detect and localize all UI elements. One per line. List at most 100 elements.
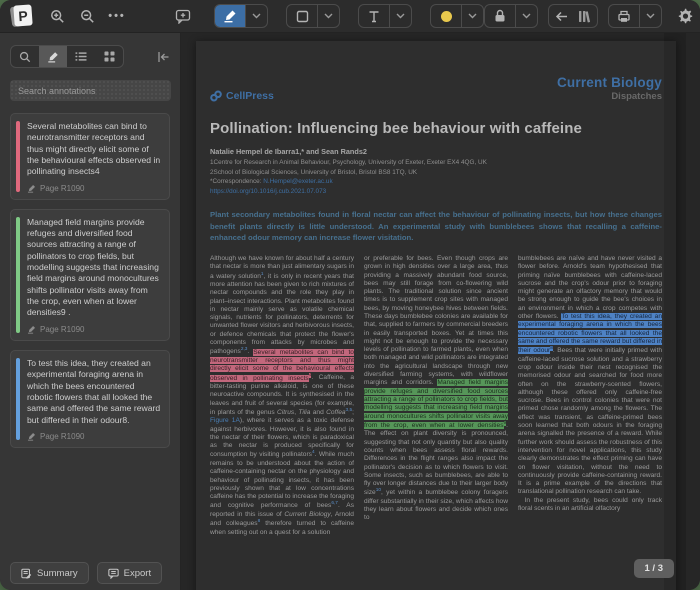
tab-search[interactable]: [11, 46, 39, 67]
area-highlight-tool-button[interactable]: [287, 5, 317, 27]
annotation-color-bar: [16, 217, 20, 333]
search-icon: [19, 51, 31, 63]
affiliation-1: 1Centre for Research in Animal Behaviour…: [210, 158, 662, 168]
chevron-down-icon: [646, 13, 655, 19]
zoom-in-button[interactable]: [44, 5, 70, 27]
annotation-color-bar: [16, 121, 20, 192]
toolbar: P •••: [0, 0, 700, 33]
chevron-down-icon: [522, 13, 531, 19]
pdf-page: CellPress Current Biology Dispatches Pol…: [196, 41, 676, 590]
annotation-list: Several metabolites can bind to neurotra…: [0, 105, 180, 556]
export-button[interactable]: Export: [97, 562, 162, 584]
highlighter-tool-button[interactable]: [215, 5, 245, 27]
sidebar-tab-bar: [10, 45, 124, 68]
highlight-color-swatch: [441, 11, 452, 22]
app-window: P •••: [0, 0, 700, 590]
annotation-page-row: Page R1090: [27, 325, 161, 334]
annotations-sidebar: Several metabolites can bind to neurotra…: [0, 33, 181, 590]
text-icon: [368, 10, 380, 23]
zoom-out-icon: [80, 9, 95, 24]
toolbar-right-group: [484, 4, 698, 28]
add-comment-button[interactable]: [170, 5, 196, 27]
grid-icon: [104, 51, 115, 62]
pdf-scrollbar[interactable]: [664, 33, 686, 590]
color-picker-dropdown[interactable]: [461, 5, 483, 27]
library-books-icon: [578, 10, 592, 23]
zoom-in-icon: [50, 9, 65, 24]
collapse-left-icon: [157, 51, 170, 63]
summary-button-label: Summary: [37, 568, 78, 579]
annotation-text: Managed field margins provide refuges an…: [27, 217, 161, 319]
lock-button[interactable]: [485, 5, 515, 27]
lock-tool-group: [484, 4, 538, 28]
print-dropdown[interactable]: [639, 5, 661, 27]
annotation-card[interactable]: To test this idea, they created an exper…: [10, 350, 170, 448]
print-tool-group: [608, 4, 662, 28]
library-button[interactable]: [573, 5, 597, 27]
pen-icon: [27, 432, 36, 441]
page-indicator: 1 / 3: [634, 559, 675, 578]
doi-link[interactable]: https://doi.org/10.1016/j.cub.2021.07.07…: [210, 187, 662, 197]
text-tool-button[interactable]: [359, 5, 389, 27]
content-area: Several metabolites can bind to neurotra…: [0, 33, 700, 590]
summary-button[interactable]: Summary: [10, 562, 89, 584]
annotation-text: To test this idea, they created an exper…: [27, 358, 161, 426]
annotation-card[interactable]: Managed field margins provide refuges an…: [10, 209, 170, 341]
article-title: Pollination: Influencing bee behaviour w…: [210, 120, 662, 137]
chevron-down-icon: [252, 13, 261, 19]
collapse-sidebar-button[interactable]: [157, 51, 170, 63]
comment-plus-icon: [175, 9, 191, 24]
lock-dropdown[interactable]: [515, 5, 537, 27]
zoom-out-button[interactable]: [74, 5, 100, 27]
settings-button[interactable]: [672, 5, 698, 27]
print-button[interactable]: [609, 5, 639, 27]
highlighter-tool-dropdown[interactable]: [245, 5, 267, 27]
arrow-left-icon: [555, 11, 568, 22]
chevron-down-icon: [396, 13, 405, 19]
correspondence-line: *Correspondence: N.Hempel@exeter.ac.uk: [210, 177, 662, 187]
annotation-card[interactable]: Several metabolites can bind to neurotra…: [10, 113, 170, 200]
square-icon: [296, 10, 309, 23]
journal-header: CellPress Current Biology Dispatches: [210, 75, 662, 102]
journal-section: Dispatches: [557, 91, 662, 102]
text-tool-group: [358, 4, 412, 28]
annotation-page-label: Page R1090: [40, 325, 84, 334]
sidebar-tabs: [10, 45, 170, 68]
pdf-viewer[interactable]: CellPress Current Biology Dispatches Pol…: [181, 33, 700, 590]
text-tool-dropdown[interactable]: [389, 5, 411, 27]
toolbar-annotation-group: [130, 4, 484, 28]
back-to-library-group: [548, 4, 598, 28]
abstract-text: Plant secondary metabolites found in flo…: [210, 209, 662, 242]
annotation-page-label: Page R1090: [40, 432, 84, 441]
tab-thumbnails[interactable]: [95, 46, 123, 67]
annotation-text: Several metabolites can bind to neurotra…: [27, 121, 161, 178]
printer-icon: [617, 10, 631, 23]
cellpress-logo-icon: [210, 90, 222, 102]
journal-title-block: Current Biology Dispatches: [557, 75, 662, 102]
more-options-button[interactable]: •••: [104, 5, 130, 27]
correspondence-email-link[interactable]: N.Hempel@exeter.ac.uk: [263, 178, 332, 185]
tab-annotations[interactable]: [39, 46, 67, 67]
annotation-page-row: Page R1090: [27, 184, 161, 193]
tab-outline[interactable]: [67, 46, 95, 67]
authors-line: Natalie Hempel de Ibarra1,* and Sean Ran…: [210, 147, 662, 156]
annotation-page-label: Page R1090: [40, 184, 84, 193]
summary-icon: [21, 568, 32, 579]
article-column-3: bumblebees are naïve and have never visi…: [518, 255, 662, 590]
journal-name: Current Biology: [557, 75, 662, 90]
gear-icon: [677, 8, 693, 24]
export-button-label: Export: [124, 568, 151, 579]
list-icon: [75, 51, 87, 62]
logo-p-icon: P: [13, 4, 32, 26]
back-button[interactable]: [549, 5, 573, 27]
toolbar-left-group: P •••: [10, 4, 130, 28]
app-logo[interactable]: P: [10, 4, 34, 28]
article-column-2: or preferable for bees. Even though crop…: [364, 255, 508, 590]
color-swatch-button[interactable]: [431, 5, 461, 27]
area-highlight-tool-dropdown[interactable]: [317, 5, 339, 27]
affiliation-2: 2School of Biological Sciences, Universi…: [210, 168, 662, 178]
pen-icon: [47, 51, 59, 63]
search-annotations-input[interactable]: [10, 80, 171, 101]
lock-icon: [494, 9, 506, 23]
area-highlight-tool-group: [286, 4, 340, 28]
